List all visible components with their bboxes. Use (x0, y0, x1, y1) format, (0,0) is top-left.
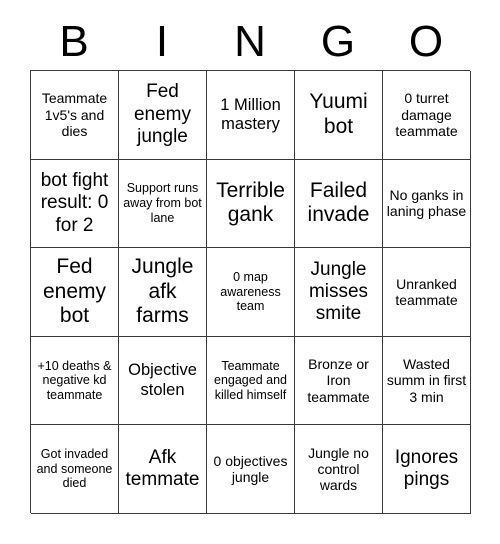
bingo-cell-label: Terrible gank (216, 178, 285, 227)
bingo-cell-label: Unranked teammate (395, 275, 458, 308)
bingo-cell-label: 0 objectives jungle (213, 452, 288, 486)
bingo-header-letter-b: B (30, 14, 118, 70)
bingo-cell-label: Objective stolen (128, 361, 197, 399)
bingo-cell-label: Failed invade (307, 178, 370, 227)
bingo-cell-label: 1 Million mastery (220, 95, 281, 133)
bingo-cell-label: Jungle misses smite (308, 258, 369, 325)
bingo-cell-label: Jungle afk farms (131, 255, 194, 328)
bingo-cell[interactable]: 0 objectives jungle (207, 425, 295, 514)
bingo-cell[interactable]: Afk temmate (119, 425, 207, 514)
bingo-cell[interactable]: Teammate engaged and killed himself (207, 336, 295, 426)
bingo-cell[interactable]: Fed enemy bot (31, 248, 119, 337)
bingo-header-letter-g: G (294, 14, 382, 70)
header-letter-text: G (320, 17, 356, 66)
bingo-cell[interactable]: Yuumi bot (295, 71, 383, 160)
bingo-cell[interactable]: 1 Million mastery (207, 71, 295, 160)
bingo-cell-label: Jungle no control wards (308, 444, 369, 494)
bingo-cell[interactable]: Jungle afk farms (119, 248, 207, 337)
bingo-cell-label: Yuumi bot (309, 90, 368, 138)
bingo-cell[interactable]: Terrible gank (207, 159, 295, 249)
bingo-cell[interactable]: +10 deaths & negative kd teammate (31, 336, 119, 426)
bingo-card: B I N G O Teammate 1v5's and dies Fed en… (0, 0, 500, 544)
bingo-cell[interactable]: Jungle no control wards (295, 425, 383, 514)
bingo-cell-label: Teammate engaged and killed himself (214, 358, 287, 402)
bingo-cell-label: 0 turret damage teammate (395, 90, 458, 139)
bingo-cell-label: Teammate 1v5's and dies (41, 90, 108, 139)
bingo-cell[interactable]: Fed enemy jungle (119, 71, 207, 160)
bingo-cell-label: Fed enemy jungle (133, 81, 192, 147)
bingo-cell-label: No ganks in laning phase (386, 187, 467, 220)
bingo-cell[interactable]: Ignores pings (383, 425, 471, 514)
header-letter-text: O (408, 17, 444, 66)
bingo-cell-label: Fed enemy bot (42, 255, 107, 328)
bingo-cell[interactable]: Wasted summ in first 3 min (383, 336, 471, 426)
bingo-cell[interactable]: Bronze or Iron teammate (295, 336, 383, 426)
bingo-cell[interactable]: Objective stolen (119, 336, 207, 426)
bingo-header-letter-i: I (118, 14, 206, 70)
header-letter-text: B (59, 17, 89, 66)
bingo-cell-label: Support runs away from bot lane (123, 181, 202, 225)
bingo-cell[interactable]: Teammate 1v5's and dies (31, 71, 119, 160)
bingo-cell[interactable]: Jungle misses smite (295, 248, 383, 337)
bingo-cell[interactable]: bot fight result: 0 for 2 (31, 159, 119, 249)
bingo-cell[interactable]: No ganks in laning phase (383, 159, 471, 249)
header-letter-text: N (234, 17, 266, 66)
header-letter-text: I (155, 17, 169, 66)
bingo-cell[interactable]: Support runs away from bot lane (119, 159, 207, 249)
bingo-cell-label: Wasted summ in first 3 min (386, 356, 467, 405)
bingo-cell[interactable]: 0 turret damage teammate (383, 71, 471, 160)
bingo-cell-label: Got invaded and someone died (36, 447, 113, 491)
bingo-cell-label: 0 map awareness team (220, 270, 281, 314)
bingo-cell[interactable]: 0 map awareness team (207, 248, 295, 337)
bingo-cell-label: bot fight result: 0 for 2 (40, 170, 109, 236)
bingo-cell-label: Afk temmate (125, 446, 200, 491)
bingo-cell-label: Ignores pings (394, 446, 459, 491)
bingo-header-letter-n: N (206, 14, 294, 70)
bingo-header-row: B I N G O (30, 14, 470, 70)
bingo-cell-label: +10 deaths & negative kd teammate (37, 358, 112, 402)
bingo-cell[interactable]: Unranked teammate (383, 248, 471, 337)
bingo-header-letter-o: O (382, 14, 470, 70)
bingo-cell-label: Bronze or Iron teammate (307, 356, 370, 405)
bingo-grid: Teammate 1v5's and dies Fed enemy jungle… (30, 70, 471, 514)
bingo-cell[interactable]: Failed invade (295, 159, 383, 249)
bingo-cell[interactable]: Got invaded and someone died (31, 425, 119, 514)
